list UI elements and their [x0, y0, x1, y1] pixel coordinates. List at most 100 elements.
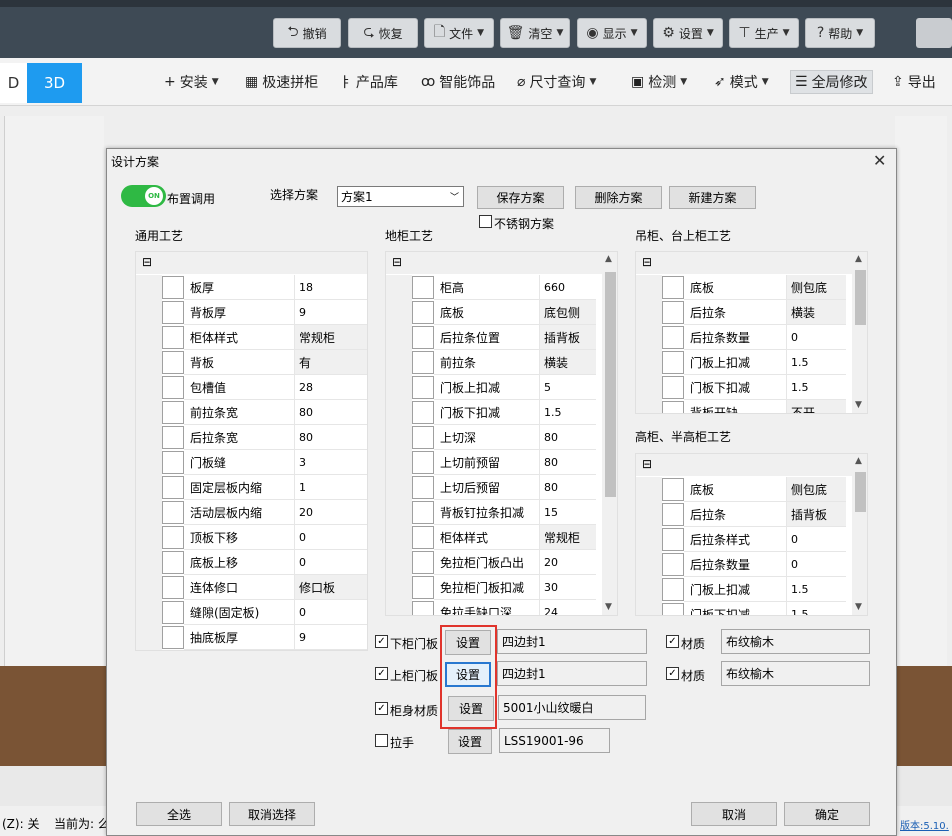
- property-row[interactable]: 连体修口 修口板: [136, 575, 367, 600]
- collapse-icon[interactable]: ⊟: [642, 457, 652, 471]
- product-library-menu[interactable]: ㅑ产品库: [335, 70, 402, 94]
- collapse-icon[interactable]: ⊟: [392, 255, 402, 269]
- property-value[interactable]: 80: [294, 425, 367, 450]
- row-select-box[interactable]: [662, 478, 684, 501]
- property-value[interactable]: 15: [539, 500, 596, 525]
- property-value[interactable]: 横装: [539, 350, 596, 375]
- property-value[interactable]: 20: [539, 550, 596, 575]
- property-value[interactable]: 0: [786, 552, 846, 577]
- row-select-box[interactable]: [412, 376, 434, 399]
- display-button[interactable]: ◉ 显示 ▼: [577, 18, 647, 48]
- property-value[interactable]: 不开: [786, 400, 846, 413]
- property-row[interactable]: 包槽值 28: [136, 375, 367, 400]
- deselect-button[interactable]: 取消选择: [229, 802, 315, 826]
- clear-button[interactable]: 🗑 清空 ▼: [500, 18, 570, 48]
- row-select-box[interactable]: [662, 351, 684, 374]
- property-value[interactable]: 1: [294, 475, 367, 500]
- row-select-box[interactable]: [162, 551, 184, 574]
- row-select-box[interactable]: [412, 451, 434, 474]
- row-select-box[interactable]: [412, 601, 434, 615]
- property-row[interactable]: 门板上扣减 1.5: [636, 577, 867, 602]
- property-row[interactable]: 底板上移 0: [136, 550, 367, 575]
- row-select-box[interactable]: [662, 578, 684, 601]
- property-value[interactable]: 侧包底: [786, 477, 846, 502]
- row-select-box[interactable]: [412, 276, 434, 299]
- property-row[interactable]: 后拉条位置 插背板: [386, 325, 617, 350]
- property-row[interactable]: 门板缝 3: [136, 450, 367, 475]
- row-select-box[interactable]: [162, 426, 184, 449]
- property-value[interactable]: 1.5: [786, 375, 846, 400]
- tall-property-grid[interactable]: ⊟ ▲ ▼ 底板 侧包底 后拉条 插背板 后拉条样式 0 后拉条数量 0 门板上扣减 1.5 门板下…: [635, 453, 868, 616]
- file-button[interactable]: 🗋 文件 ▼: [424, 18, 494, 48]
- property-row[interactable]: 上切前预留 80: [386, 450, 617, 475]
- lower-door-checkbox[interactable]: ✓: [375, 635, 388, 648]
- property-row[interactable]: 底板 侧包底: [636, 275, 867, 300]
- property-row[interactable]: 门板下扣减 1.5: [386, 400, 617, 425]
- property-row[interactable]: 后拉条样式 0: [636, 527, 867, 552]
- undo-button[interactable]: ⮌ 撤销: [273, 18, 341, 48]
- property-row[interactable]: 柜体样式 常规柜: [386, 525, 617, 550]
- row-select-box[interactable]: [162, 501, 184, 524]
- property-row[interactable]: 前拉条宽 80: [136, 400, 367, 425]
- row-select-box[interactable]: [412, 501, 434, 524]
- row-select-box[interactable]: [662, 401, 684, 413]
- row-select-box[interactable]: [162, 601, 184, 624]
- export-menu[interactable]: ⇪ 导出: [888, 70, 940, 94]
- property-value[interactable]: 24: [539, 600, 596, 615]
- row-select-box[interactable]: [412, 351, 434, 374]
- property-value[interactable]: 插背板: [786, 502, 846, 527]
- property-row[interactable]: 顶板下移 0: [136, 525, 367, 550]
- row-select-box[interactable]: [662, 326, 684, 349]
- handle-settings-button[interactable]: 设置: [448, 729, 492, 754]
- quick-cabinet-menu[interactable]: ▦ 极速拼柜: [241, 70, 322, 94]
- property-value[interactable]: 80: [294, 400, 367, 425]
- collapse-icon[interactable]: ⊟: [142, 255, 152, 269]
- stainless-checkbox[interactable]: [479, 215, 492, 228]
- property-row[interactable]: 底板 底包侧: [386, 300, 617, 325]
- property-row[interactable]: 门板下扣减 1.5: [636, 602, 867, 615]
- scheme-select[interactable]: 方案1 ﹀: [337, 186, 464, 207]
- row-select-box[interactable]: [412, 426, 434, 449]
- property-row[interactable]: 后拉条 插背板: [636, 502, 867, 527]
- handle-checkbox[interactable]: [375, 734, 388, 747]
- install-menu[interactable]: + 安装 ▼: [160, 70, 223, 94]
- row-select-box[interactable]: [412, 576, 434, 599]
- row-select-box[interactable]: [162, 451, 184, 474]
- row-select-box[interactable]: [662, 503, 684, 526]
- scroll-up-icon[interactable]: ▲: [855, 456, 862, 466]
- row-select-box[interactable]: [662, 276, 684, 299]
- collapse-icon[interactable]: ⊟: [642, 255, 652, 269]
- version-link[interactable]: 版本:5.10.: [900, 817, 949, 832]
- property-value[interactable]: 常规柜: [539, 525, 596, 550]
- row-select-box[interactable]: [412, 401, 434, 424]
- property-row[interactable]: 门板上扣减 1.5: [636, 350, 867, 375]
- redo-button[interactable]: ⮎ 恢复: [348, 18, 418, 48]
- property-row[interactable]: 柜体样式 常规柜: [136, 325, 367, 350]
- property-row[interactable]: 后拉条宽 80: [136, 425, 367, 450]
- property-value[interactable]: 侧包底: [786, 275, 846, 300]
- row-select-box[interactable]: [412, 526, 434, 549]
- row-select-box[interactable]: [162, 276, 184, 299]
- floor-property-grid[interactable]: ⊟ ▲ ▼ 柜高 660 底板 底包侧 后拉条位置 插背板 前拉条 横装 门板上扣减 5 门板下扣减…: [385, 251, 618, 616]
- property-row[interactable]: 背板厚 9: [136, 300, 367, 325]
- cancel-button[interactable]: 取消: [691, 802, 777, 826]
- general-property-grid[interactable]: ⊟ 板厚 18 背板厚 9 柜体样式 常规柜 背板有包槽值 28 前拉条宽 80 后拉条宽 80 门板缝…: [135, 251, 368, 651]
- material2-checkbox[interactable]: ✓: [666, 667, 679, 680]
- property-row[interactable]: 缝隙(固定板) 0: [136, 600, 367, 625]
- settings-button[interactable]: ⚙ 设置 ▼: [653, 18, 723, 48]
- save-scheme-button[interactable]: 保存方案: [477, 186, 564, 209]
- property-value[interactable]: 80: [539, 475, 596, 500]
- property-value[interactable]: 有: [294, 350, 367, 375]
- property-row[interactable]: 后拉条数量 0: [636, 552, 867, 577]
- row-select-box[interactable]: [162, 401, 184, 424]
- row-select-box[interactable]: [662, 376, 684, 399]
- property-row[interactable]: 门板上扣减 5: [386, 375, 617, 400]
- property-value[interactable]: 0: [786, 325, 846, 350]
- produce-button[interactable]: ⊤ 生产 ▼: [729, 18, 799, 48]
- row-select-box[interactable]: [662, 603, 684, 615]
- row-select-box[interactable]: [162, 476, 184, 499]
- material1-checkbox[interactable]: ✓: [666, 635, 679, 648]
- property-row[interactable]: 门板下扣减 1.5: [636, 375, 867, 400]
- row-select-box[interactable]: [412, 326, 434, 349]
- row-select-box[interactable]: [162, 576, 184, 599]
